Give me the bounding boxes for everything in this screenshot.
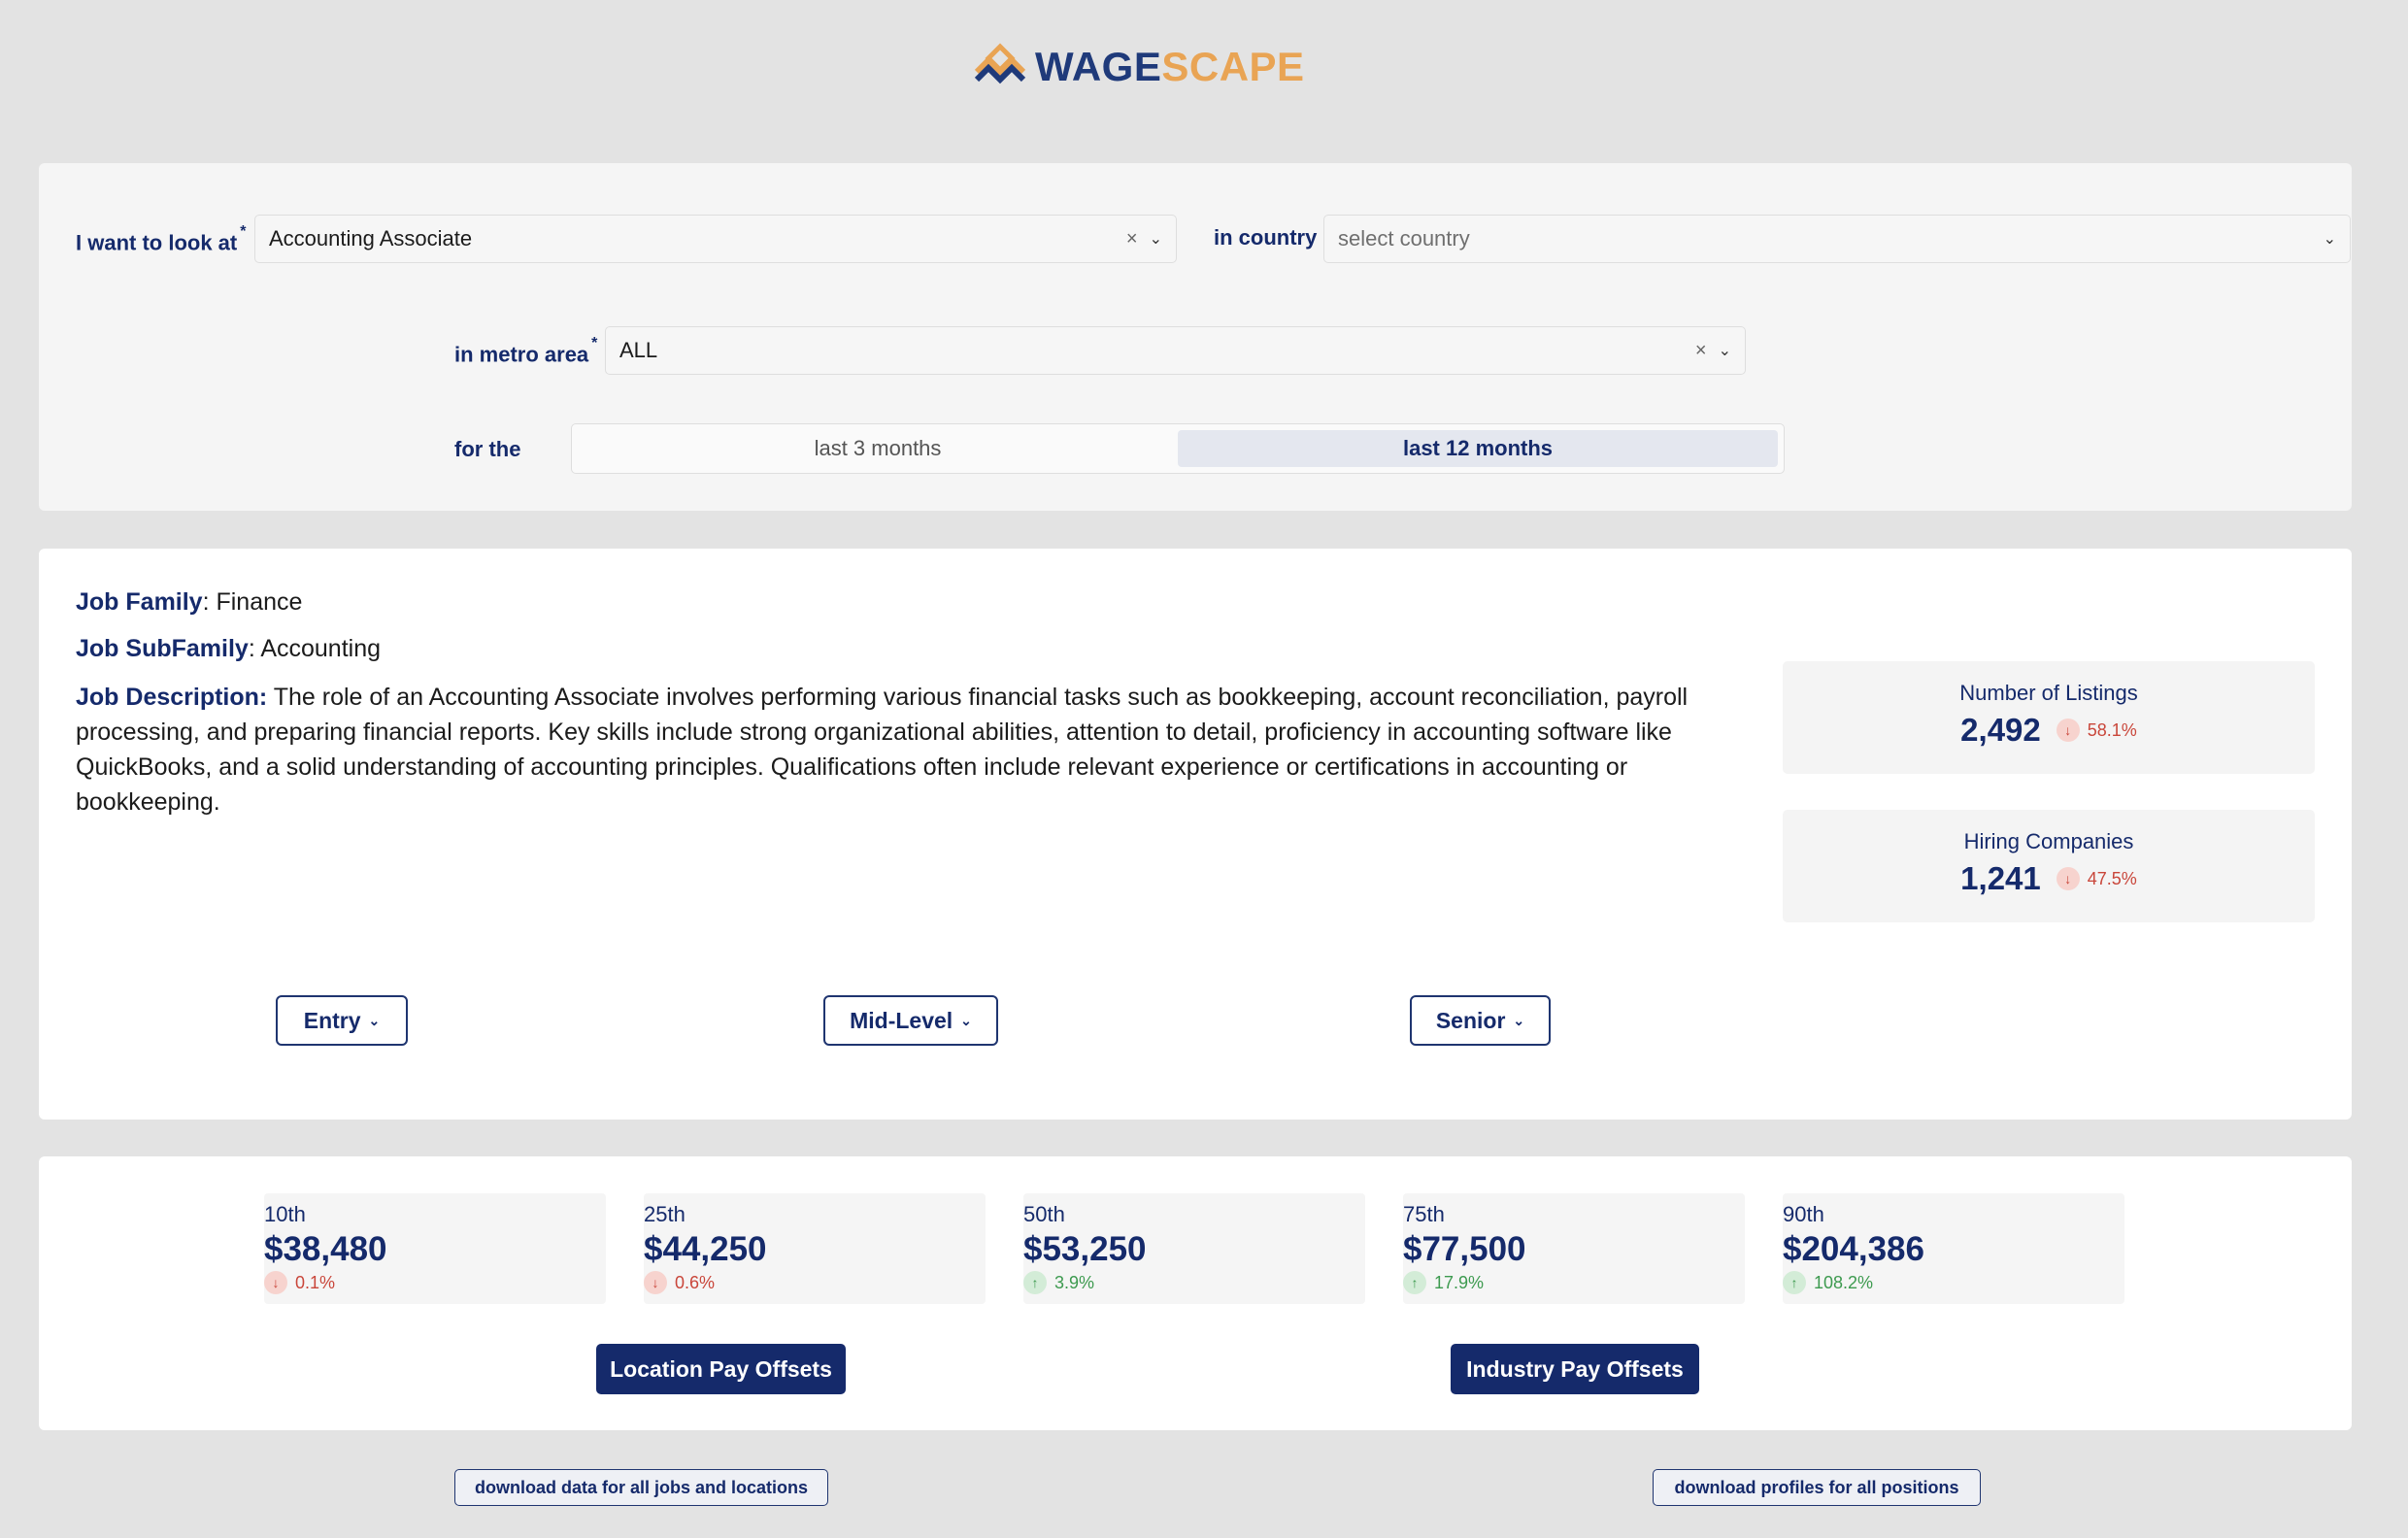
metro-select-value: ALL [619,338,658,362]
metric-label: Hiring Companies [1963,829,2134,853]
clear-icon[interactable]: × [1695,340,1707,362]
download-all-profiles-button[interactable]: download profiles for all positions [1653,1469,1981,1506]
chevron-down-icon[interactable]: ⌄ [2324,229,2336,249]
percentile-card-50th: 50th $53,250 ↑ 3.9% [1023,1193,1365,1304]
chevron-down-icon[interactable]: ⌄ [1719,341,1731,360]
percentile-label: 10th [264,1202,306,1226]
job-select-value: Accounting Associate [269,226,473,251]
percentile-card-10th: 10th $38,480 ↓ 0.1% [264,1193,606,1304]
arrow-down-icon: ↓ [264,1271,287,1294]
percentile-value: $44,250 [644,1230,767,1268]
industry-pay-offsets-button[interactable]: Industry Pay Offsets [1451,1344,1699,1394]
percentile-card-90th: 90th $204,386 ↑ 108.2% [1783,1193,2124,1304]
job-description: Job Description: The role of an Accounti… [76,684,1689,816]
metric-hiring-companies: Hiring Companies 1,241 ↓ 47.5% [1783,810,2315,922]
chevron-down-icon[interactable]: ⌄ [1150,229,1162,249]
chevron-down-icon: ⌄ [368,1012,381,1028]
level-mid-dropdown[interactable]: Mid-Level ⌄ [823,995,998,1046]
percentile-card-25th: 25th $44,250 ↓ 0.6% [644,1193,986,1304]
percentile-change: ↑ 3.9% [1023,1271,1365,1294]
period-option-12-months[interactable]: last 12 months [1178,430,1778,467]
clear-icon[interactable]: × [1126,228,1138,251]
percentile-change: ↑ 108.2% [1783,1271,2124,1294]
metric-change: ↓ 47.5% [2056,867,2137,890]
percentile-value: $77,500 [1403,1230,1526,1268]
job-subfamily: Job SubFamily: Accounting [76,635,382,662]
location-pay-offsets-button[interactable]: Location Pay Offsets [596,1344,846,1394]
metric-value: 2,492 [1960,712,2041,748]
arrow-up-icon: ↑ [1023,1271,1047,1294]
arrow-down-icon: ↓ [2056,867,2080,890]
arrow-down-icon: ↓ [2056,719,2080,742]
chevron-down-icon: ⌄ [960,1012,972,1028]
logo-text-wage: WAGE [1035,44,1162,89]
country-label: in country [1214,225,1318,250]
arrow-down-icon: ↓ [644,1271,667,1294]
metro-select[interactable]: ALL × ⌄ [605,326,1746,375]
percentile-change: ↓ 0.6% [644,1271,986,1294]
percentile-change: ↓ 0.1% [264,1271,606,1294]
percentile-label: 90th [1783,1202,1824,1226]
chevron-down-icon: ⌄ [1513,1012,1525,1028]
percentile-label: 50th [1023,1202,1065,1226]
level-senior-dropdown[interactable]: Senior ⌄ [1410,995,1551,1046]
percentile-value: $53,250 [1023,1230,1147,1268]
percentile-card-75th: 75th $77,500 ↑ 17.9% [1403,1193,1745,1304]
job-family: Job Family: Finance [76,588,303,616]
pay-panel: 10th $38,480 ↓ 0.1% 25th $44,250 ↓ 0.6% 50… [39,1156,2352,1430]
logo-text-scape: SCAPE [1161,44,1305,89]
percentile-change: ↑ 17.9% [1403,1271,1745,1294]
job-info-panel: Job Family: Finance Job SubFamily: Accou… [39,549,2352,1120]
filters-panel: I want to look at * Accounting Associate … [39,163,2352,511]
level-entry-dropdown[interactable]: Entry ⌄ [276,995,408,1046]
arrow-up-icon: ↑ [1783,1271,1806,1294]
job-select[interactable]: Accounting Associate × ⌄ [254,215,1177,263]
metric-label: Number of Listings [1959,681,2138,705]
percentile-value: $38,480 [264,1230,387,1268]
percentile-value: $204,386 [1783,1230,1924,1268]
metric-number-of-listings: Number of Listings 2,492 ↓ 58.1% [1783,661,2315,774]
percentile-label: 75th [1403,1202,1445,1226]
metro-label: in metro area * [454,335,598,367]
metric-change: ↓ 58.1% [2056,719,2137,742]
percentile-label: 25th [644,1202,686,1226]
period-label: for the [454,437,521,461]
arrow-up-icon: ↑ [1403,1271,1426,1294]
metric-value: 1,241 [1960,860,2041,896]
period-option-3-months[interactable]: last 3 months [578,430,1178,467]
download-all-jobs-button[interactable]: download data for all jobs and locations [454,1469,828,1506]
country-select-placeholder: select country [1338,226,1470,251]
job-label: I want to look at * [76,223,247,255]
period-toggle: last 3 months last 12 months [571,423,1785,474]
wagescape-logo: WAGESCAPE [973,43,1305,91]
country-select[interactable]: select country ⌄ [1323,215,2351,263]
wagescape-logo-icon [974,43,1026,84]
